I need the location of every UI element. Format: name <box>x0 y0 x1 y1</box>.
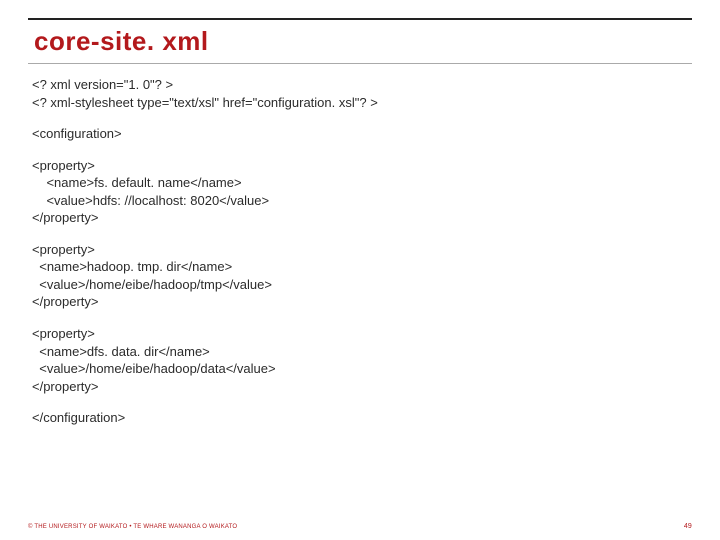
configuration-close: </configuration> <box>32 409 690 427</box>
footer-page-number: 49 <box>684 523 692 530</box>
property-block-3: <property> <name>dfs. data. dir</name> <… <box>32 325 690 395</box>
slide: core-site. xml <? xml version="1. 0"? > … <box>0 0 720 540</box>
slide-title: core-site. xml <box>28 22 692 63</box>
title-rule-top <box>28 18 692 20</box>
configuration-open: <configuration> <box>32 125 690 143</box>
property-block-1: <property> <name>fs. default. name</name… <box>32 157 690 227</box>
slide-content: <? xml version="1. 0"? > <? xml-styleshe… <box>28 64 692 427</box>
xml-header-block: <? xml version="1. 0"? > <? xml-styleshe… <box>32 76 690 111</box>
footer-copyright: © THE UNIVERSITY OF WAIKATO • TE WHARE W… <box>28 524 237 530</box>
footer: © THE UNIVERSITY OF WAIKATO • TE WHARE W… <box>28 523 692 530</box>
property-block-2: <property> <name>hadoop. tmp. dir</name>… <box>32 241 690 311</box>
